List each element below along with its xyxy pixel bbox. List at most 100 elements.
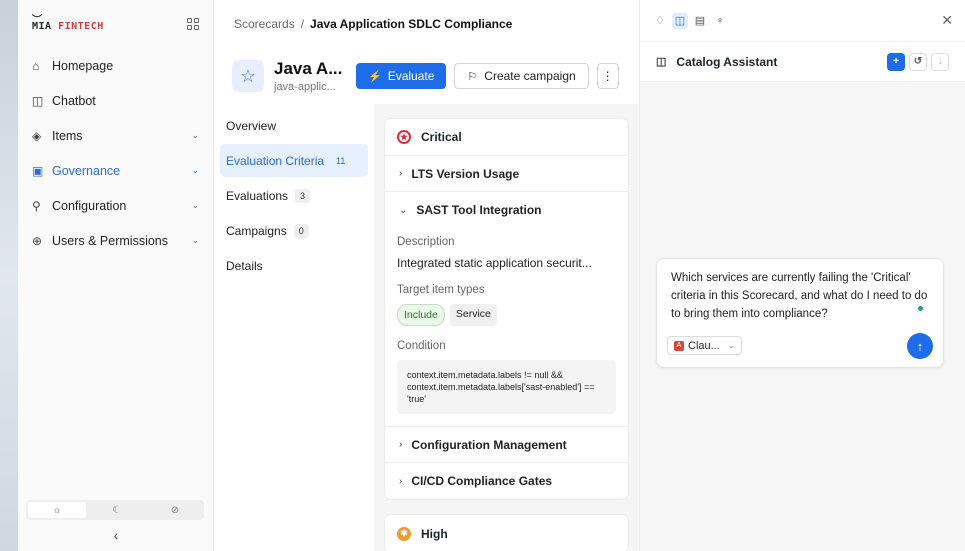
- logo[interactable]: ︶ MIA FINTECH: [32, 15, 104, 32]
- model-select[interactable]: A Clau... ⌄: [667, 336, 742, 355]
- logo-mark-icon: ︶: [32, 14, 43, 26]
- assistant-panel: ♢ ◫ ▤ ♀ ✕ ◫ Catalog Assistant + ↺ ↓ Whic…: [639, 0, 965, 551]
- criterion-configuration-management[interactable]: › Configuration Management: [385, 427, 628, 463]
- count-badge: 0: [293, 223, 309, 238]
- sidebar-item-chatbot[interactable]: ◫ Chatbot: [24, 83, 207, 118]
- criterion-sast-tool-integration[interactable]: ⌄ SAST Tool Integration: [385, 192, 628, 228]
- description-label: Description: [397, 236, 455, 248]
- sun-icon[interactable]: ☼: [28, 502, 86, 518]
- moon-icon[interactable]: ☾: [88, 500, 146, 520]
- high-header: ✱ High: [385, 515, 628, 551]
- content-area: Overview Evaluation Criteria 11 Evaluati…: [214, 104, 639, 551]
- critical-icon: ★: [397, 130, 411, 144]
- sidebar-item-label: Chatbot: [52, 93, 96, 108]
- chevron-right-icon: ›: [399, 475, 403, 487]
- theme-switch: ☼ ☾ ⊘: [26, 500, 204, 520]
- chevron-right-icon: ›: [399, 439, 403, 450]
- lightning-icon: ⚡: [368, 70, 382, 83]
- tab-overview[interactable]: Overview: [220, 109, 368, 142]
- history-icon[interactable]: ↺: [909, 52, 927, 71]
- lightbulb-icon[interactable]: ♀: [712, 13, 728, 29]
- prompt-input[interactable]: Which services are currently failing the…: [657, 259, 943, 323]
- sidebar-item-homepage[interactable]: ⌂ Homepage: [24, 48, 207, 83]
- count-badge: 3: [295, 188, 311, 203]
- collapse-sidebar-icon[interactable]: ‹: [18, 527, 214, 543]
- condition-label: Condition: [397, 340, 446, 352]
- tab-evaluation-criteria[interactable]: Evaluation Criteria 11: [220, 144, 368, 177]
- sidebar-item-label: Items: [52, 128, 83, 143]
- evaluate-button[interactable]: ⚡ Evaluate: [356, 63, 447, 89]
- bell-icon[interactable]: ♢: [652, 13, 668, 29]
- sidebar-item-label: Governance: [52, 163, 121, 178]
- sidebar-item-label: Users & Permissions: [52, 233, 168, 248]
- tab-label: Campaigns: [226, 223, 287, 238]
- description-value: Integrated static application securit...: [397, 256, 592, 270]
- model-icon: A: [674, 340, 684, 351]
- create-campaign-button[interactable]: ⚐ Create campaign: [454, 63, 589, 89]
- assistant-actions: + ↺ ↓: [887, 52, 949, 71]
- panel-tabs: ♢ ◫ ▤ ♀ ✕: [640, 0, 965, 42]
- logo-row: ︶ MIA FINTECH: [18, 0, 213, 48]
- sidebar-item-label: Configuration: [52, 198, 127, 213]
- chevron-down-icon: ⌄: [191, 165, 199, 175]
- prompt-box[interactable]: Which services are currently failing the…: [656, 258, 944, 368]
- breadcrumb-scorecards[interactable]: Scorecards: [234, 17, 295, 31]
- system-theme-icon[interactable]: ⊘: [146, 500, 204, 520]
- target-types: Include Service: [397, 304, 616, 326]
- evaluate-label: Evaluate: [387, 69, 435, 83]
- sidebar-item-governance[interactable]: ▣ Governance ⌄: [24, 153, 207, 188]
- chevron-right-icon: ›: [399, 168, 403, 179]
- breadcrumb-separator: /: [300, 17, 305, 31]
- new-chat-icon[interactable]: +: [887, 52, 905, 71]
- tab-label: Evaluations: [226, 188, 289, 203]
- count-badge: 11: [336, 155, 346, 166]
- criterion-cicd-compliance-gates[interactable]: › CI/CD Compliance Gates: [385, 463, 628, 499]
- tab-evaluations[interactable]: Evaluations 3: [220, 179, 368, 212]
- sidebar-item-users-permissions[interactable]: ⊕ Users & Permissions ⌄: [24, 223, 207, 258]
- list-icon[interactable]: ▤: [692, 13, 708, 29]
- create-campaign-label: Create campaign: [484, 69, 576, 83]
- high-icon: ✱: [397, 526, 411, 541]
- tab-label: Details: [226, 258, 263, 273]
- criterion-label: Configuration Management: [411, 437, 567, 452]
- high-card: ✱ High: [384, 514, 629, 551]
- send-button[interactable]: ↑: [907, 333, 933, 359]
- apps-grid-icon[interactable]: [187, 18, 199, 30]
- more-options-button[interactable]: ⋮: [596, 63, 619, 89]
- include-tag: Include: [397, 304, 445, 326]
- assistant-tab-icon[interactable]: ◫: [672, 12, 688, 29]
- governance-icon: ▣: [32, 163, 44, 178]
- criterion-label: LTS Version Usage: [411, 166, 520, 181]
- chevron-down-icon: ⌄: [191, 130, 199, 140]
- wrench-icon: ⚲: [32, 198, 41, 213]
- assistant-header: ◫ Catalog Assistant + ↺ ↓: [640, 42, 965, 82]
- sidebar-item-items[interactable]: ◈ Items ⌄: [24, 118, 207, 153]
- tab-label: Evaluation Criteria: [226, 153, 325, 168]
- home-icon: ⌂: [32, 58, 40, 73]
- sidebar-nav: ⌂ Homepage ◫ Chatbot ◈ Items ⌄ ▣ Governa…: [18, 48, 213, 258]
- scorecard-header: ☆ Java A... java-applic... ⚡ Evaluate ⚐ …: [214, 48, 639, 104]
- star-icon[interactable]: ☆: [232, 60, 264, 92]
- critical-header: ★ Critical: [385, 119, 628, 156]
- sidebar-item-configuration[interactable]: ⚲ Configuration ⌄: [24, 188, 207, 223]
- tab-campaigns[interactable]: Campaigns 0: [220, 214, 368, 247]
- criterion-label: CI/CD Compliance Gates: [411, 474, 553, 488]
- tab-details[interactable]: Details: [220, 249, 368, 282]
- criteria-pane: ★ Critical › LTS Version Usage ⌄ SAST To…: [374, 104, 639, 551]
- robot-icon: ◫: [656, 56, 667, 68]
- critical-label: Critical: [421, 130, 462, 144]
- criterion-lts-version-usage[interactable]: › LTS Version Usage: [385, 156, 628, 192]
- subnav: Overview Evaluation Criteria 11 Evaluati…: [214, 104, 374, 551]
- app-window: ︶ MIA FINTECH ⌂ Homepage ◫ Chatbot ◈ Ite…: [18, 0, 965, 551]
- chevron-down-icon: ⌄: [727, 341, 735, 350]
- users-icon: ⊕: [32, 233, 43, 248]
- chevron-down-icon: ⌄: [191, 200, 199, 210]
- close-icon[interactable]: ✕: [941, 12, 953, 29]
- condition-code: context.item.metadata.labels != null && …: [397, 360, 616, 414]
- breadcrumb: Scorecards / Java Application SDLC Compl…: [214, 0, 639, 48]
- high-label: High: [421, 526, 448, 541]
- download-icon[interactable]: ↓: [931, 52, 949, 71]
- items-icon: ◈: [32, 128, 42, 143]
- chevron-down-icon: ⌄: [399, 204, 408, 216]
- background-strip: [0, 0, 18, 551]
